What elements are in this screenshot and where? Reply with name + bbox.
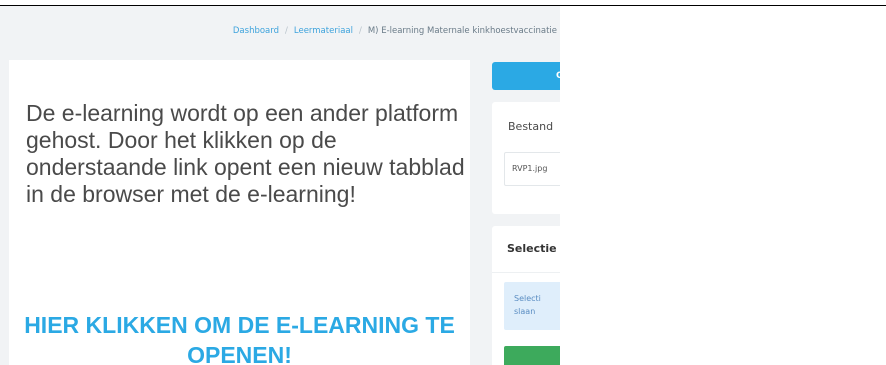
breadcrumb-dashboard-link[interactable]: Dashboard bbox=[233, 26, 279, 36]
intro-text: De e-learning wordt op een ander platfor… bbox=[26, 100, 465, 207]
card-divider bbox=[492, 272, 560, 273]
selection-info-box: Selecti slaan bbox=[504, 282, 560, 330]
sidebar-primary-button[interactable]: O bbox=[492, 62, 560, 90]
app-screen: Dashboard / Leermateriaal / M) E-learnin… bbox=[0, 6, 560, 365]
file-item[interactable]: RVP1.jpg bbox=[504, 152, 560, 186]
breadcrumb-leermateriaal-link[interactable]: Leermateriaal bbox=[294, 26, 353, 36]
open-elearning-link[interactable]: HIER KLIKKEN OM DE E-LEARNING TE OPENEN! bbox=[9, 310, 470, 365]
breadcrumb-separator: / bbox=[358, 26, 362, 36]
sidebar-success-button[interactable] bbox=[504, 346, 560, 365]
breadcrumb-separator: / bbox=[285, 26, 288, 36]
content-card: De e-learning wordt op een ander platfor… bbox=[9, 60, 470, 365]
files-card-title: Bestand bbox=[508, 120, 554, 133]
selection-card: Selectie Selecti slaan bbox=[492, 226, 560, 365]
selection-card-title: Selectie bbox=[507, 242, 557, 255]
files-card: Bestand RVP1.jpg bbox=[492, 102, 560, 214]
breadcrumb-current-page: M) E-learning Maternale kinkhoestvaccina… bbox=[367, 26, 557, 36]
info-line-2: slaan bbox=[514, 307, 536, 316]
breadcrumb: Dashboard / Leermateriaal / M) E-learnin… bbox=[0, 6, 560, 56]
info-line-1: Selecti bbox=[514, 294, 541, 303]
